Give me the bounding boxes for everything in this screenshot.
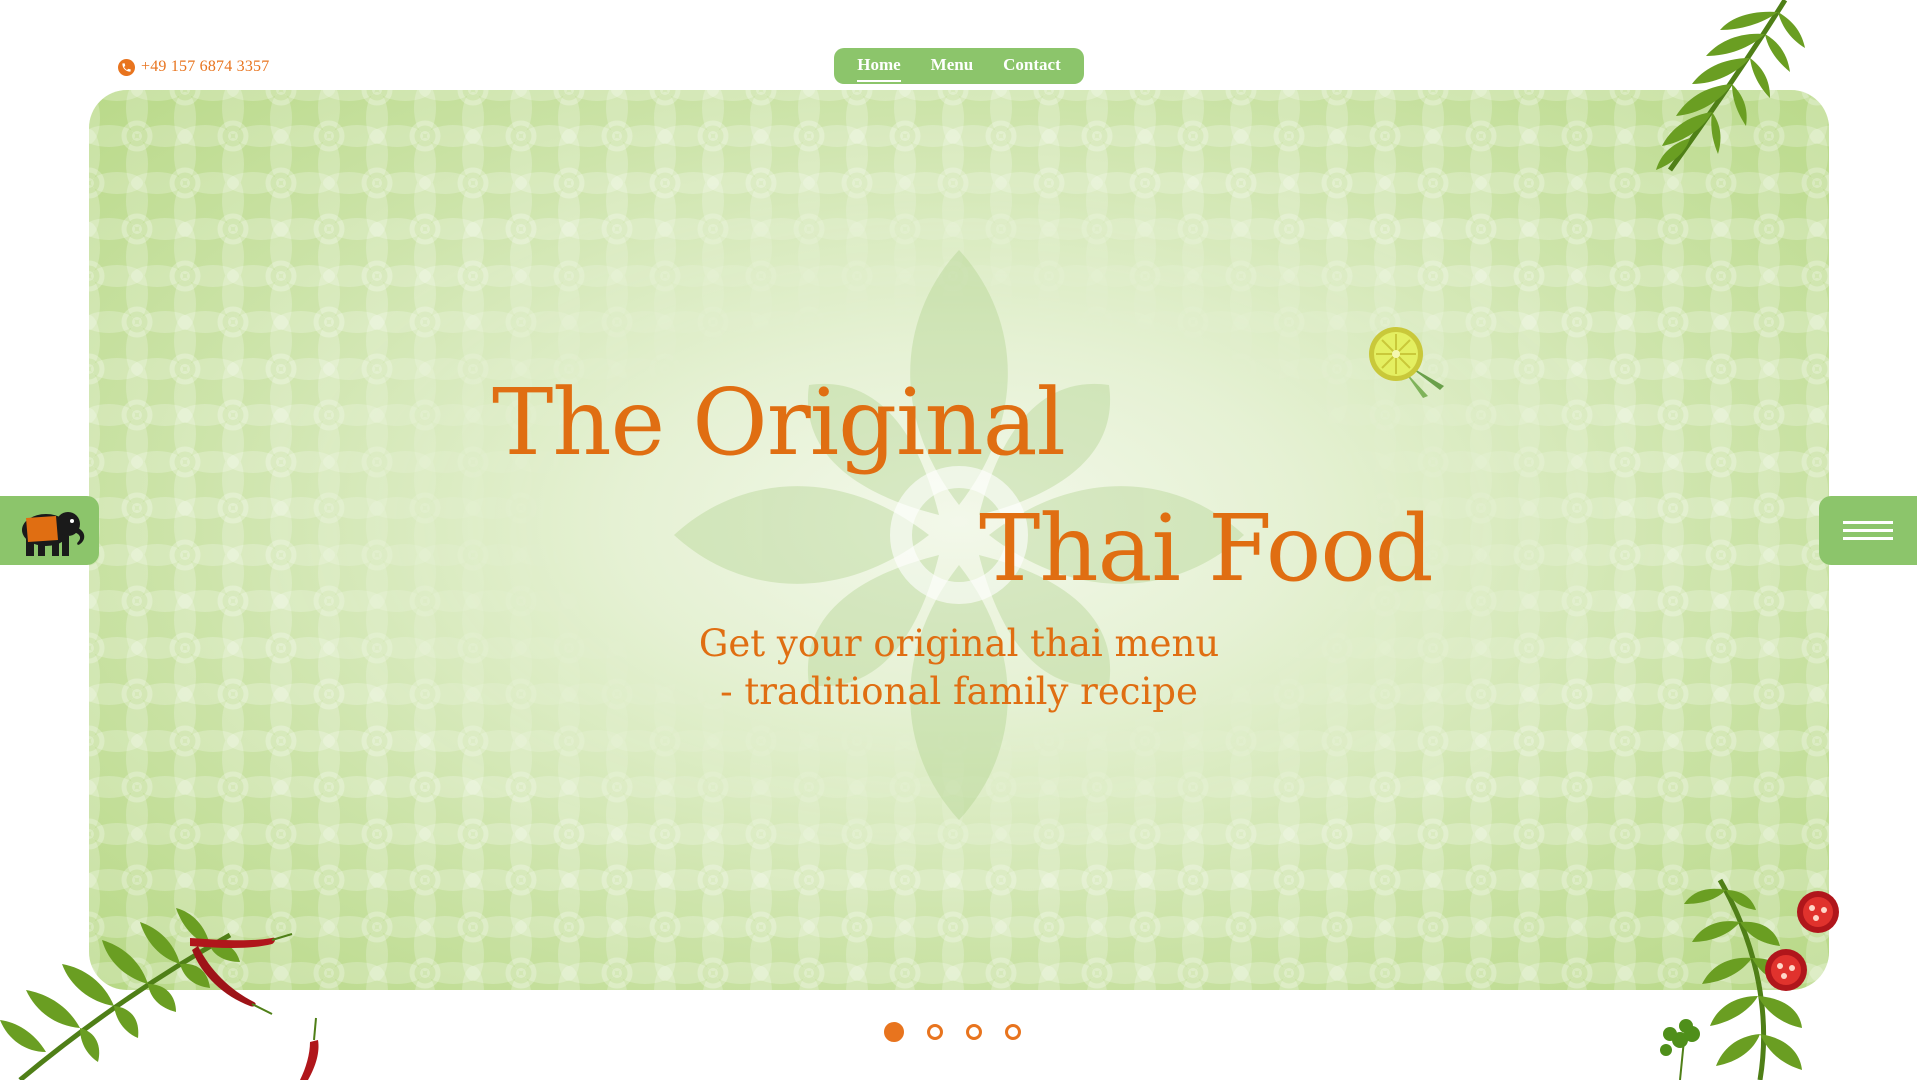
hero-banner: The Original Thai Food Get your original… bbox=[89, 90, 1829, 990]
carousel-dot-3[interactable] bbox=[966, 1024, 982, 1040]
logo-tab[interactable] bbox=[0, 496, 99, 565]
carousel-dot-2[interactable] bbox=[927, 1024, 943, 1040]
hero-title-line-1: The Original bbox=[492, 369, 1066, 476]
cilantro-leaf-icon bbox=[1660, 1019, 1700, 1080]
hero-subtitle-line-1: Get your original thai menu bbox=[698, 622, 1220, 665]
nav-home-link[interactable]: Home bbox=[857, 55, 902, 82]
phone-icon bbox=[118, 58, 135, 76]
hamburger-menu-button[interactable] bbox=[1819, 496, 1917, 565]
carousel-indicators bbox=[884, 1022, 1021, 1042]
phone-number: +49 157 6874 3357 bbox=[141, 58, 270, 75]
hero-subtitle-line-2: - traditional family recipe bbox=[720, 670, 1198, 713]
hero-title-line-2: Thai Food bbox=[979, 495, 1434, 602]
thai-pattern-background bbox=[89, 90, 1829, 990]
lime-slice-icon bbox=[1369, 327, 1444, 398]
carousel-dot-4[interactable] bbox=[1005, 1024, 1021, 1040]
main-nav: Home Menu Contact bbox=[834, 48, 1084, 84]
nav-menu-link[interactable]: Menu bbox=[931, 55, 974, 78]
nav-contact-link[interactable]: Contact bbox=[1003, 55, 1061, 78]
carousel-dot-1[interactable] bbox=[884, 1022, 904, 1042]
hamburger-icon bbox=[1843, 516, 1893, 545]
phone-contact[interactable]: +49 157 6874 3357 bbox=[118, 58, 269, 76]
elephant-icon bbox=[21, 511, 84, 556]
